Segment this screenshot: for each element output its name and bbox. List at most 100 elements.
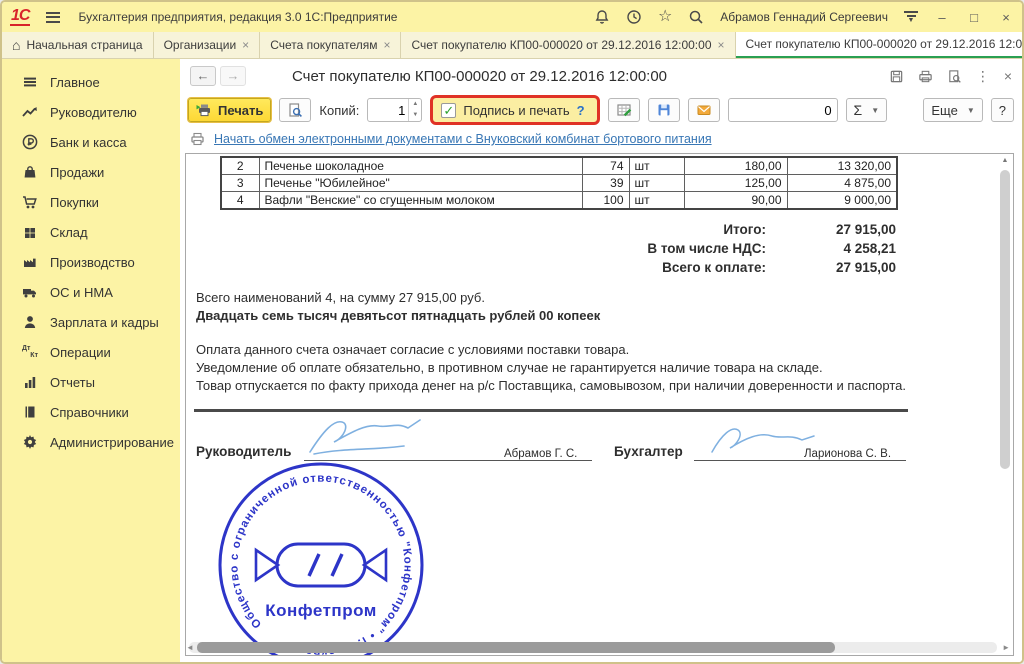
quantity-cell: 39: [582, 175, 629, 192]
notifications-bell-icon[interactable]: [594, 9, 610, 25]
tab-invoice-1[interactable]: Счет покупателю КП00-000020 от 29.12.201…: [401, 32, 735, 58]
price-cell: 180,00: [684, 157, 787, 175]
tab-label: Организации: [164, 38, 237, 52]
sidebar-item-manager[interactable]: Руководителю: [2, 97, 180, 127]
main-menu-icon[interactable]: [46, 12, 60, 23]
print-icon[interactable]: [918, 69, 933, 84]
scroll-up-icon[interactable]: ▲: [999, 156, 1011, 166]
edit-layout-button[interactable]: [608, 98, 640, 122]
copies-input[interactable]: [368, 103, 408, 118]
sidebar-item-operations[interactable]: ДтКт Операции: [2, 337, 180, 367]
app-title: Бухгалтерия предприятия, редакция 3.0 1С…: [78, 10, 397, 24]
copies-stepper[interactable]: ▲▼: [367, 98, 422, 122]
tab-close-icon[interactable]: ×: [718, 38, 725, 52]
amount-in-words: Двадцать семь тысяч девятьсот пятнадцать…: [196, 307, 1013, 325]
item-name-cell: Печенье "Юбилейное": [259, 175, 582, 192]
vertical-scroll-thumb[interactable]: [1000, 170, 1010, 469]
director-name: Абрамов Г. С.: [504, 448, 577, 460]
gear-icon: [22, 434, 38, 450]
1c-logo-icon: 1С: [10, 9, 30, 26]
preview-document-icon: [287, 102, 303, 118]
sidebar-item-payroll-hr[interactable]: Зарплата и кадры: [2, 307, 180, 337]
envelope-icon: [696, 102, 712, 118]
checkbox-help-icon[interactable]: ?: [577, 103, 585, 118]
home-icon: ⌂: [12, 38, 20, 52]
favorites-star-icon[interactable]: ☆: [658, 9, 672, 25]
totals-block: Итого:27 915,00 В том числе НДС:4 258,21…: [186, 220, 896, 277]
save-document-button[interactable]: [648, 98, 680, 122]
close-document-icon[interactable]: ×: [1004, 68, 1012, 84]
sidebar-item-bank-cash[interactable]: Банк и касса: [2, 127, 180, 157]
scroll-right-icon[interactable]: ►: [1002, 643, 1010, 652]
tab-close-icon[interactable]: ×: [242, 38, 249, 52]
tab-label: Счета покупателям: [270, 38, 377, 52]
sign-and-stamp-checkbox[interactable]: ✓: [441, 103, 456, 118]
row-number-cell: 3: [221, 175, 259, 192]
horizontal-scroll-thumb[interactable]: [197, 642, 835, 653]
sidebar-item-reports[interactable]: Отчеты: [2, 367, 180, 397]
chevron-down-icon: ▼: [871, 106, 879, 115]
send-email-button[interactable]: [688, 98, 720, 122]
sign-and-stamp-label: Подпись и печать: [463, 103, 569, 118]
accountant-label: Бухгалтер: [614, 444, 683, 459]
sidebar-item-production[interactable]: Производство: [2, 247, 180, 277]
current-user[interactable]: Абрамов Геннадий Сергеевич: [720, 10, 888, 24]
tab-organizations[interactable]: Организации ×: [154, 32, 261, 58]
maximize-button[interactable]: □: [966, 10, 982, 25]
edi-link-row: Начать обмен электронными документами с …: [180, 127, 1022, 151]
title-bar: 1С Бухгалтерия предприятия, редакция 3.0…: [2, 2, 1022, 32]
row-number-cell: 4: [221, 192, 259, 210]
app-window: 1С Бухгалтерия предприятия, редакция 3.0…: [0, 0, 1024, 664]
sign-and-stamp-annotation: ✓ Подпись и печать ?: [430, 95, 599, 125]
print-button[interactable]: Печать: [188, 98, 271, 122]
horizontal-scrollbar[interactable]: ◄ ►: [189, 642, 997, 653]
sidebar-item-main[interactable]: Главное: [2, 67, 180, 97]
tab-customer-invoices[interactable]: Счета покупателям ×: [260, 32, 401, 58]
unit-cell: шт: [629, 157, 684, 175]
spin-up-icon[interactable]: ▲: [409, 99, 421, 110]
tab-invoice-2-active[interactable]: Счет покупателю КП00-000020 от 29.12.201…: [736, 32, 1024, 58]
sidebar-item-fixed-assets[interactable]: ОС и НМА: [2, 277, 180, 307]
document-header: ← → Счет покупателю КП00-000020 от 29.12…: [180, 59, 1022, 93]
tab-close-icon[interactable]: ×: [383, 38, 390, 52]
sidebar-item-administration[interactable]: Администрирование: [2, 427, 180, 457]
sum-button[interactable]: Σ ▼: [846, 98, 888, 122]
vat-row: В том числе НДС:4 258,21: [186, 239, 896, 258]
spin-down-icon[interactable]: ▼: [409, 110, 421, 121]
tab-home[interactable]: ⌂ Начальная страница: [2, 32, 154, 58]
close-button[interactable]: ×: [998, 10, 1014, 25]
minimize-button[interactable]: –: [934, 10, 950, 25]
unit-cell: шт: [629, 175, 684, 192]
help-button[interactable]: ?: [991, 98, 1014, 122]
print-preview-button[interactable]: [279, 98, 311, 122]
warehouse-grid-icon: [22, 224, 38, 240]
search-icon[interactable]: [688, 9, 704, 25]
edi-link[interactable]: Начать обмен электронными документами с …: [214, 132, 712, 146]
amount-input[interactable]: [728, 98, 838, 122]
table-row: 2 Печенье шоколадное 74 шт 180,00 13 320…: [221, 157, 897, 175]
service-menu-icon[interactable]: ▼: [904, 11, 918, 23]
candy-icon: [256, 544, 386, 586]
sum-cell: 13 320,00: [787, 157, 897, 175]
vertical-scrollbar[interactable]: ▲: [999, 156, 1011, 639]
scroll-left-icon[interactable]: ◄: [186, 643, 194, 652]
more-actions-button[interactable]: Еще ▼: [923, 98, 982, 122]
print-preview-area[interactable]: 2 Печенье шоколадное 74 шт 180,00 13 320…: [185, 153, 1014, 656]
back-button[interactable]: ←: [190, 66, 216, 86]
document-title: Счет покупателю КП00-000020 от 29.12.201…: [292, 68, 667, 85]
toolbar: Печать Копий: ▲▼ ✓ Подпись и печать ?: [180, 93, 1022, 127]
more-menu-icon[interactable]: ⋮: [976, 68, 990, 85]
sidebar-item-purchases[interactable]: Покупки: [2, 187, 180, 217]
save-icon[interactable]: [889, 69, 904, 84]
item-name-cell: Вафли "Венские" со сгущенным молоком: [259, 192, 582, 210]
preview-icon[interactable]: [947, 69, 962, 84]
edi-exchange-icon: [190, 131, 206, 147]
sidebar-item-sales[interactable]: Продажи: [2, 157, 180, 187]
invoice-items-table: 2 Печенье шоколадное 74 шт 180,00 13 320…: [220, 156, 898, 210]
forward-button[interactable]: →: [220, 66, 246, 86]
factory-icon: [22, 254, 38, 270]
history-icon[interactable]: [626, 9, 642, 25]
shopping-bag-icon: [22, 164, 38, 180]
sidebar-item-warehouse[interactable]: Склад: [2, 217, 180, 247]
sidebar-item-directories[interactable]: Справочники: [2, 397, 180, 427]
